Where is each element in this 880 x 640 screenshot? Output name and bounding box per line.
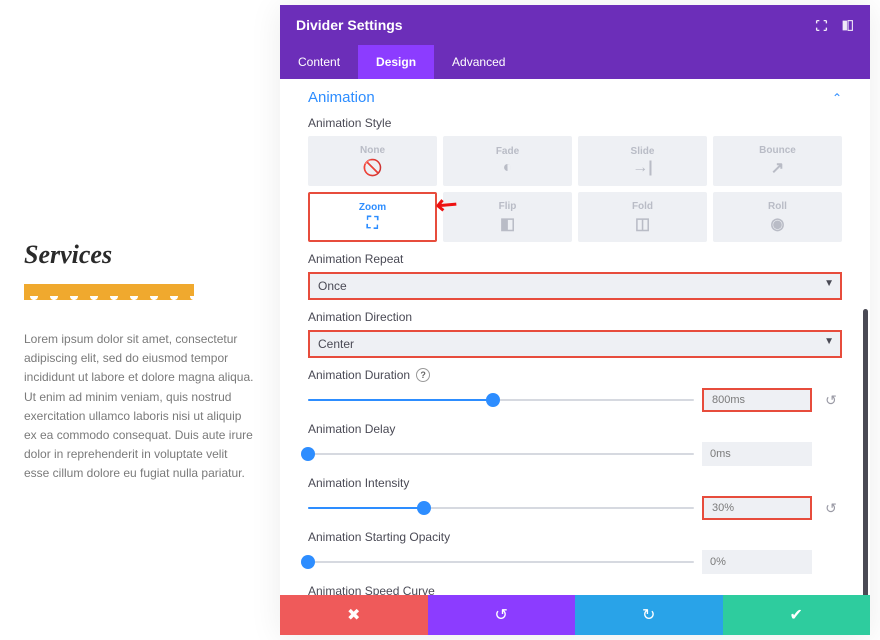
style-fold[interactable]: Fold◫ xyxy=(578,192,707,242)
label-animation-duration: Animation Duration? xyxy=(308,368,842,382)
undo-button[interactable]: ↺ xyxy=(428,595,576,635)
style-none[interactable]: None🚫 xyxy=(308,136,437,186)
fold-icon: ◫ xyxy=(635,214,650,234)
label-animation-repeat: Animation Repeat xyxy=(308,252,842,266)
check-icon: ✔ xyxy=(790,605,803,625)
style-slide[interactable]: Slide→| xyxy=(578,136,707,186)
section-title-text: Animation xyxy=(308,89,375,106)
delay-input[interactable] xyxy=(702,442,812,466)
fade-icon: ◐ xyxy=(503,159,513,177)
label-animation-intensity: Animation Intensity xyxy=(308,476,842,490)
slide-icon: →| xyxy=(632,159,652,177)
modal-body: Animation ⌃ Animation Style None🚫 Fade◐ … xyxy=(280,79,870,595)
services-text: Lorem ipsum dolor sit amet, consectetur … xyxy=(24,330,254,484)
tab-content[interactable]: Content xyxy=(280,45,358,79)
label-animation-curve: Animation Speed Curve xyxy=(308,584,842,595)
section-animation[interactable]: Animation ⌃ xyxy=(308,89,842,106)
opacity-input[interactable] xyxy=(702,550,812,574)
services-heading: Services xyxy=(24,240,254,270)
help-icon[interactable]: ? xyxy=(416,368,430,382)
bounce-icon: ↗ xyxy=(771,158,784,178)
reset-intensity-icon[interactable]: ↺ xyxy=(820,497,842,519)
tab-design[interactable]: Design xyxy=(358,45,434,79)
flip-icon: ◧ xyxy=(500,214,515,234)
expand-icon[interactable] xyxy=(814,18,828,32)
label-animation-direction: Animation Direction xyxy=(308,310,842,324)
save-button[interactable]: ✔ xyxy=(723,595,871,635)
tab-bar: Content Design Advanced xyxy=(280,45,870,79)
zoom-icon: ⛶ xyxy=(367,215,378,233)
animation-direction-select[interactable]: Center xyxy=(308,330,842,358)
duration-input[interactable] xyxy=(702,388,812,412)
redo-button[interactable]: ↻ xyxy=(575,595,723,635)
style-bounce[interactable]: Bounce↗ xyxy=(713,136,842,186)
style-zoom[interactable]: Zoom⛶ xyxy=(308,192,437,242)
intensity-slider[interactable] xyxy=(308,498,694,518)
services-divider xyxy=(24,284,194,300)
delay-slider[interactable] xyxy=(308,444,694,464)
style-flip[interactable]: Flip◧ xyxy=(443,192,572,242)
animation-repeat-select[interactable]: Once xyxy=(308,272,842,300)
snap-icon[interactable] xyxy=(840,18,854,32)
style-roll[interactable]: Roll◉ xyxy=(713,192,842,242)
none-icon: 🚫 xyxy=(363,158,383,178)
style-fade[interactable]: Fade◐ xyxy=(443,136,572,186)
label-animation-opacity: Animation Starting Opacity xyxy=(308,530,842,544)
modal-footer: ✖ ↺ ↻ ✔ xyxy=(280,595,870,635)
chevron-up-icon: ⌃ xyxy=(832,91,842,105)
roll-icon: ◉ xyxy=(771,214,785,234)
divider-settings-modal: Divider Settings Content Design Advanced… xyxy=(280,5,870,635)
tab-advanced[interactable]: Advanced xyxy=(434,45,523,79)
label-animation-delay: Animation Delay xyxy=(308,422,842,436)
redo-icon: ↻ xyxy=(642,605,655,625)
undo-icon: ↺ xyxy=(495,605,508,625)
scrollbar[interactable] xyxy=(863,309,868,595)
label-animation-style: Animation Style xyxy=(308,116,842,130)
opacity-slider[interactable] xyxy=(308,552,694,572)
cancel-button[interactable]: ✖ xyxy=(280,595,428,635)
duration-slider[interactable] xyxy=(308,390,694,410)
modal-title: Divider Settings xyxy=(296,17,403,33)
intensity-input[interactable] xyxy=(702,496,812,520)
reset-duration-icon[interactable]: ↺ xyxy=(820,389,842,411)
modal-titlebar: Divider Settings xyxy=(280,5,870,45)
animation-style-grid: None🚫 Fade◐ Slide→| Bounce↗ Zoom⛶ Flip◧ … xyxy=(308,136,842,242)
close-icon: ✖ xyxy=(347,605,360,625)
